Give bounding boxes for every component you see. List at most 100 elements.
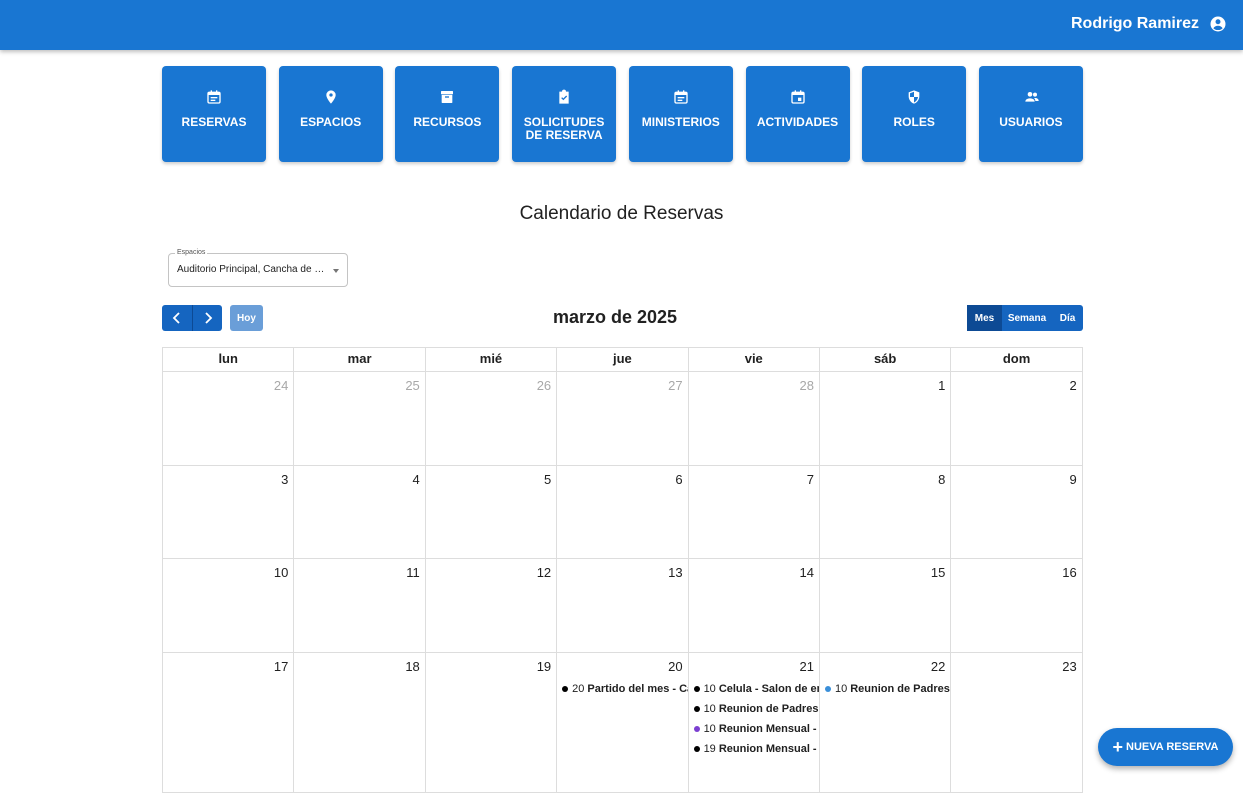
day-number[interactable]: 17 — [274, 659, 288, 674]
calendar-event[interactable]: 20Partido del mes - Cancha — [562, 683, 688, 695]
shield-icon — [908, 90, 920, 104]
day-number[interactable]: 4 — [413, 472, 420, 487]
day-number[interactable]: 3 — [281, 472, 288, 487]
nav-usuarios-button[interactable]: USUARIOS — [978, 66, 1083, 162]
day-number[interactable]: 2 — [1070, 378, 1077, 393]
day-number[interactable]: 24 — [274, 378, 288, 393]
calendar-day-cell[interactable]: 25 — [294, 372, 426, 466]
day-number[interactable]: 14 — [799, 565, 813, 580]
day-number[interactable]: 19 — [537, 659, 551, 674]
day-number[interactable]: 26 — [537, 378, 551, 393]
weekday-header-cell: jue — [557, 348, 689, 372]
event-time: 10 — [703, 702, 716, 715]
calendar-day-cell[interactable]: 6 — [557, 465, 689, 559]
new-reservation-button[interactable]: + NUEVA RESERVA — [1098, 728, 1233, 766]
nav-recursos-button[interactable]: RECURSOS — [395, 66, 500, 162]
calendar-day-cell[interactable]: 3 — [163, 465, 295, 559]
nav-label: RECURSOS — [413, 115, 482, 129]
day-number[interactable]: 1 — [938, 378, 945, 393]
day-number[interactable]: 27 — [668, 378, 682, 393]
day-number[interactable]: 25 — [405, 378, 419, 393]
weekday-header-cell: vie — [688, 348, 820, 372]
calendar-event[interactable]: 19Reunion Mensual - Salon — [693, 743, 819, 755]
event-title: Celula - Salon de entrada — [718, 682, 819, 695]
calendar-week-row: 10 11 12 13 14 15 16 — [163, 559, 1083, 653]
calendar-day-cell[interactable]: 9 — [951, 465, 1083, 559]
day-number[interactable]: 12 — [537, 565, 551, 580]
calendar-day-cell[interactable]: 26 — [425, 372, 558, 466]
day-number[interactable]: 9 — [1070, 472, 1077, 487]
nav-label: MINISTERIOS — [641, 115, 720, 129]
calendar-day-cell[interactable]: 5 — [425, 465, 558, 559]
account-circle-icon[interactable] — [1209, 15, 1227, 33]
calendar-day-cell[interactable]: 12 — [425, 559, 558, 653]
nav-label: RESERVAS — [181, 115, 247, 129]
espacios-select[interactable]: Espacios Auditorio Principal, Cancha de … — [168, 249, 348, 287]
calendar-day-cell[interactable]: 8 — [819, 465, 952, 559]
calendar-day-cell[interactable]: 16 — [951, 559, 1083, 653]
event-time: 10 — [834, 682, 848, 695]
view-week-button[interactable]: Semana — [1002, 305, 1052, 331]
calendar-event[interactable]: 10Reunion de Padres - Auditorio — [824, 682, 950, 695]
event-dot-icon — [562, 685, 569, 692]
day-number[interactable]: 16 — [1062, 565, 1076, 580]
calendar-day-cell[interactable]: 28 — [688, 372, 820, 466]
calendar-day-cell[interactable]: 18 — [294, 652, 426, 793]
people-icon — [1025, 92, 1039, 102]
day-number[interactable]: 28 — [799, 378, 813, 393]
day-number[interactable]: 6 — [675, 472, 682, 487]
calendar-day-cell[interactable]: 13 — [557, 559, 689, 653]
event-dot-icon — [693, 705, 700, 712]
calendar-day-cell[interactable]: 22 10Reunion de Padres - Auditorio — [819, 652, 952, 793]
weekday-header-cell: sáb — [819, 348, 952, 372]
event-dot-icon — [693, 726, 700, 733]
calendar-day-cell[interactable]: 4 — [294, 465, 426, 559]
calendar-day-cell[interactable]: 1 — [819, 372, 952, 466]
user-menu[interactable]: Rodrigo Ramirez — [1071, 15, 1227, 33]
nav-actividades-button[interactable]: ACTIVIDADES — [745, 66, 850, 162]
calendar-day-cell[interactable]: 23 — [951, 652, 1083, 793]
nav-reservas-button[interactable]: RESERVAS — [162, 66, 266, 162]
calendar-day-cell[interactable]: 27 — [557, 372, 689, 466]
day-number[interactable]: 10 — [274, 565, 288, 580]
day-number[interactable]: 8 — [938, 472, 945, 487]
day-number[interactable]: 15 — [931, 565, 945, 580]
calendar-day-cell[interactable]: 2020Partido del mes - Cancha — [557, 652, 689, 793]
day-number[interactable]: 20 — [668, 659, 682, 674]
calendar-day-cell[interactable]: 11 — [294, 559, 426, 653]
calendar-day-cell[interactable]: 15 — [819, 559, 952, 653]
calendar-day-cell[interactable]: 17 — [163, 652, 295, 793]
day-number[interactable]: 11 — [406, 565, 420, 580]
nav-espacios-button[interactable]: ESPACIOS — [278, 66, 383, 162]
nav-label: SOLICITUDES DE RESERVA — [523, 115, 605, 142]
day-number[interactable]: 23 — [1062, 659, 1076, 674]
calendar-week-row: 3 4 5 6 7 8 9 — [163, 465, 1083, 559]
event-title: Partido del mes - Cancha — [587, 682, 688, 695]
day-number[interactable]: 5 — [544, 472, 551, 487]
calendar-day-cell[interactable]: 19 — [425, 652, 558, 793]
day-number[interactable]: 13 — [668, 565, 682, 580]
event-time: 20 — [572, 682, 585, 695]
calendar-weeks: 24 25 26 27 28 1 2 3 4 5 6 7 8 9 10 11 12 13 14 15 16 17 18 19 2… — [163, 372, 1083, 793]
calendar-event[interactable]: 10Reunion Mensual - Cancha — [693, 723, 819, 735]
day-number[interactable]: 7 — [807, 472, 814, 487]
calendar-day-cell[interactable]: 7 — [688, 465, 820, 559]
calendar-day-cell[interactable]: 24 — [163, 372, 295, 466]
day-number[interactable]: 18 — [405, 659, 419, 674]
calendar-day-cell[interactable]: 21 10Celula - Salon de entrada 10Reunion d… — [688, 652, 820, 793]
view-month-button[interactable]: Mes — [967, 305, 1002, 331]
nav-solicitudes-button[interactable]: SOLICITUDES DE RESERVA — [512, 66, 617, 162]
view-day-button[interactable]: Día — [1052, 305, 1083, 331]
event-time: 10 — [703, 682, 716, 695]
nav-label: ACTIVIDADES — [756, 115, 839, 129]
day-number[interactable]: 21 — [799, 659, 813, 674]
calendar-day-cell[interactable]: 2 — [951, 372, 1083, 466]
calendar-day-cell[interactable]: 10 — [163, 559, 295, 653]
calendar-day-cell[interactable]: 14 — [688, 559, 820, 653]
calendar-event[interactable]: 10Celula - Salon de entrada — [693, 682, 819, 695]
calendar-event[interactable]: 10Reunion de Padres - Auditorio — [693, 702, 819, 715]
nav-roles-button[interactable]: ROLES — [862, 66, 967, 162]
nav-ministerios-button[interactable]: MINISTERIOS — [628, 66, 733, 162]
location-pin-icon — [326, 90, 336, 104]
day-number[interactable]: 22 — [931, 659, 945, 674]
